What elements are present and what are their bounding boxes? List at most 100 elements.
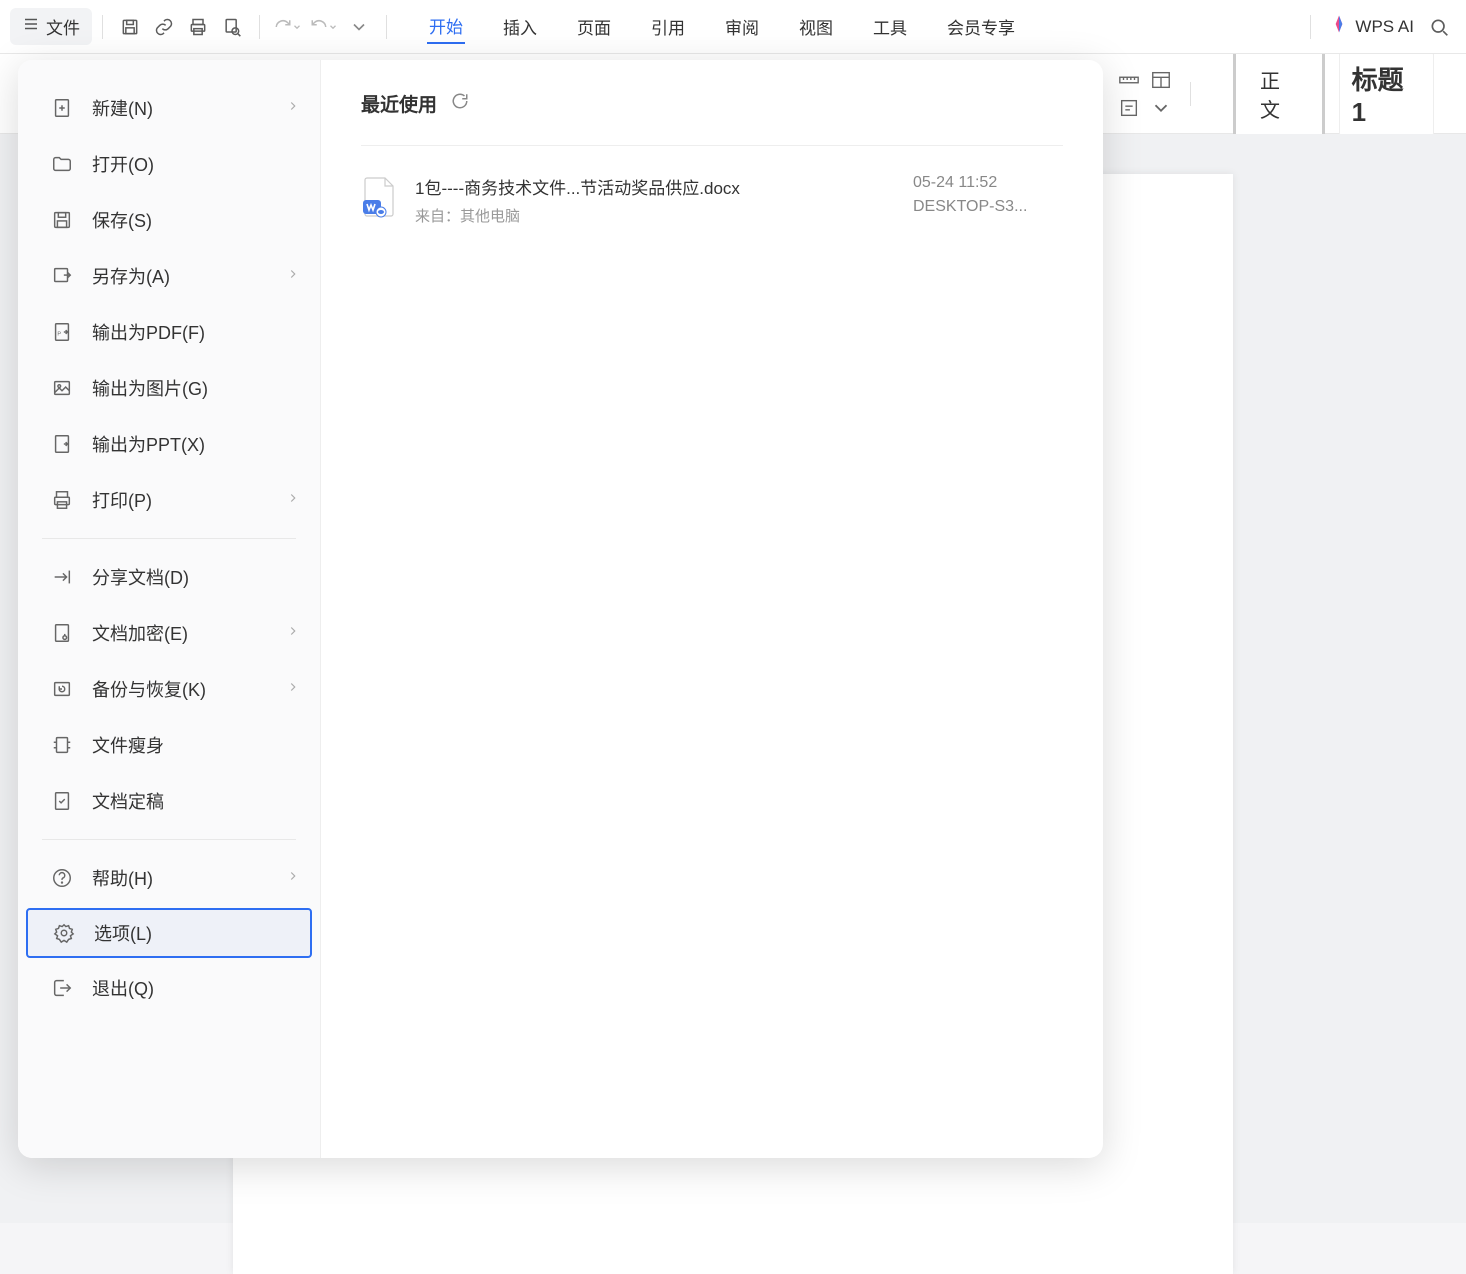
slim-icon (50, 733, 74, 757)
menu-label: 退出(Q) (92, 975, 300, 1001)
image-icon (50, 376, 74, 400)
save-icon[interactable] (117, 14, 143, 40)
main-toolbar: 文件 开始 插入 页面 引用 审阅 视图 工具 会员专享 WPS AI (0, 0, 1466, 54)
dropdown-icon[interactable] (346, 14, 372, 40)
file-menu-content: 最近使用 1包----商务技术文件...节活动奖品供应.docx 来自：其他电脑… (321, 60, 1103, 1158)
undo-button[interactable] (274, 18, 302, 36)
layout-icon[interactable] (1150, 69, 1172, 91)
backup-icon (50, 677, 74, 701)
chevron-right-icon (286, 624, 300, 643)
menu-image[interactable]: 输出为图片(G) (18, 360, 320, 416)
menu-label: 帮助(H) (92, 865, 286, 891)
tab-insert[interactable]: 插入 (501, 10, 539, 43)
more-dropdown-icon[interactable] (1150, 97, 1172, 119)
ruler-icon[interactable] (1118, 69, 1140, 91)
style-normal[interactable]: 正文 (1233, 46, 1325, 142)
recent-file-meta: 05-24 11:52 DESKTOP-S3... (913, 174, 1063, 216)
menu-divider (42, 538, 296, 539)
lock-icon (50, 621, 74, 645)
file-menu-panel: 新建(N) 打开(O) 保存(S) 另存为(A) P 输出为PDF(F) 输出为… (18, 60, 1103, 1158)
menu-share[interactable]: 分享文档(D) (18, 549, 320, 605)
chevron-right-icon (286, 267, 300, 286)
menu-label: 新建(N) (92, 95, 286, 121)
hamburger-icon (22, 15, 40, 38)
recent-file-source: 来自：其他电脑 (415, 205, 913, 226)
redo-button[interactable] (310, 18, 338, 36)
menu-label: 分享文档(D) (92, 564, 300, 590)
chevron-right-icon (286, 869, 300, 888)
toolbar-right: WPS AI (1300, 14, 1456, 40)
print-icon (50, 488, 74, 512)
menu-options[interactable]: 选项(L) (26, 908, 312, 958)
menu-label: 输出为图片(G) (92, 375, 300, 401)
link-icon[interactable] (151, 14, 177, 40)
separator (1190, 82, 1191, 106)
ppt-icon (50, 432, 74, 456)
misc-icons (1118, 69, 1172, 119)
tab-page[interactable]: 页面 (575, 10, 613, 43)
separator (386, 15, 387, 39)
menu-slim[interactable]: 文件瘦身 (18, 717, 320, 773)
wps-ai-label: WPS AI (1355, 17, 1414, 37)
print-icon[interactable] (185, 14, 211, 40)
menu-new[interactable]: 新建(N) (18, 80, 320, 136)
menu-label: 打印(P) (92, 487, 286, 513)
menu-label: 文件瘦身 (92, 732, 300, 758)
wps-ai-icon (1329, 14, 1349, 39)
recent-file-date: 05-24 11:52 (913, 174, 1063, 192)
separator (259, 15, 260, 39)
recent-file-item[interactable]: 1包----商务技术文件...节活动奖品供应.docx 来自：其他电脑 05-2… (361, 164, 1063, 236)
menu-pdf[interactable]: P 输出为PDF(F) (18, 304, 320, 360)
recent-title: 最近使用 (361, 90, 437, 117)
docx-icon (361, 176, 397, 216)
menu-print[interactable]: 打印(P) (18, 472, 320, 528)
menu-exit[interactable]: 退出(Q) (18, 960, 320, 1016)
file-menu-sidebar: 新建(N) 打开(O) 保存(S) 另存为(A) P 输出为PDF(F) 输出为… (18, 60, 321, 1158)
menu-ppt[interactable]: 输出为PPT(X) (18, 416, 320, 472)
menu-encrypt[interactable]: 文档加密(E) (18, 605, 320, 661)
menu-label: 选项(L) (94, 920, 298, 946)
svg-text:P: P (57, 332, 61, 338)
saveas-icon (50, 264, 74, 288)
save-icon (50, 208, 74, 232)
separator (102, 15, 103, 39)
recent-file-info: 1包----商务技术文件...节活动奖品供应.docx 来自：其他电脑 (415, 174, 913, 226)
menu-label: 打开(O) (92, 151, 300, 177)
menu-label: 保存(S) (92, 207, 300, 233)
menu-open[interactable]: 打开(O) (18, 136, 320, 192)
wps-ai-button[interactable]: WPS AI (1329, 14, 1414, 39)
menu-saveas[interactable]: 另存为(A) (18, 248, 320, 304)
chevron-right-icon (286, 491, 300, 510)
file-menu-button[interactable]: 文件 (10, 8, 92, 45)
open-icon (50, 152, 74, 176)
menu-label: 备份与恢复(K) (92, 676, 286, 702)
gear-icon (52, 921, 76, 945)
share-icon (50, 565, 74, 589)
menu-label: 文档加密(E) (92, 620, 286, 646)
search-icon[interactable] (1426, 14, 1452, 40)
styles-gallery: 正文 标题 1 (1233, 46, 1448, 142)
menu-label: 另存为(A) (92, 263, 286, 289)
exit-icon (50, 976, 74, 1000)
chevron-right-icon (286, 99, 300, 118)
tab-reference[interactable]: 引用 (649, 10, 687, 43)
menu-finalize[interactable]: 文档定稿 (18, 773, 320, 829)
menu-help[interactable]: 帮助(H) (18, 850, 320, 906)
pdf-icon: P (50, 320, 74, 344)
help-icon (50, 866, 74, 890)
wrap-icon[interactable] (1118, 97, 1140, 119)
style-heading1[interactable]: 标题 1 (1339, 49, 1434, 139)
new-icon (50, 96, 74, 120)
tab-tools[interactable]: 工具 (871, 10, 909, 43)
file-menu-label: 文件 (46, 14, 80, 39)
preview-icon[interactable] (219, 14, 245, 40)
separator (1310, 15, 1311, 39)
refresh-icon[interactable] (451, 92, 469, 115)
menu-save[interactable]: 保存(S) (18, 192, 320, 248)
tab-start[interactable]: 开始 (427, 9, 465, 44)
tab-member[interactable]: 会员专享 (945, 10, 1017, 43)
tab-review[interactable]: 审阅 (723, 10, 761, 43)
menu-backup[interactable]: 备份与恢复(K) (18, 661, 320, 717)
chevron-right-icon (286, 680, 300, 699)
tab-view[interactable]: 视图 (797, 10, 835, 43)
